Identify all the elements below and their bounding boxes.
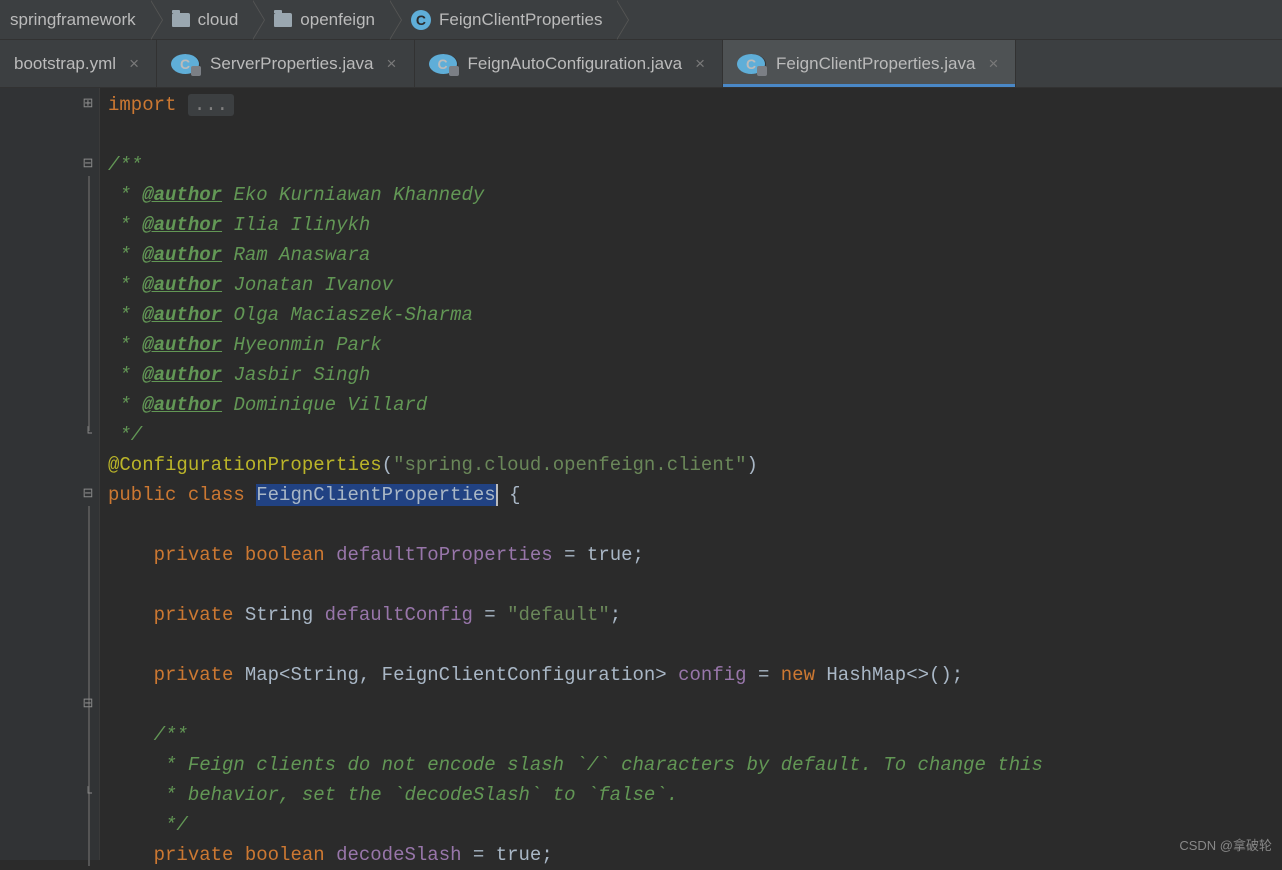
type: String <box>245 604 313 626</box>
brace: { <box>498 484 521 506</box>
author-tag: @author <box>142 334 222 356</box>
class-icon: C <box>737 54 766 74</box>
author-tag: @author <box>142 274 222 296</box>
breadcrumb-item-openfeign[interactable]: openfeign <box>252 0 389 39</box>
annotation: @ConfigurationProperties <box>108 454 382 476</box>
fold-line <box>88 506 90 866</box>
kw-new: new <box>781 664 815 686</box>
class-icon: C <box>429 54 458 74</box>
fold-end-icon[interactable]: └ <box>81 426 95 440</box>
tab-bootstrap[interactable]: bootstrap.yml × <box>0 40 157 87</box>
string-literal: "default" <box>507 604 610 626</box>
field-name: defaultConfig <box>325 604 473 626</box>
breadcrumb-item-springframework[interactable]: springframework <box>0 0 150 39</box>
field-name: defaultToProperties <box>336 544 553 566</box>
javadoc-line: * behavior, set the `decodeSlash` to `fa… <box>154 784 679 806</box>
breadcrumb-item-cloud[interactable]: cloud <box>150 0 253 39</box>
kw-private: private <box>154 604 234 626</box>
fold-icon[interactable]: ⊟ <box>81 696 95 710</box>
breadcrumb-label: springframework <box>10 10 136 30</box>
gutter[interactable]: ⊞ ⊟ └ ⊟ ⊟ └ <box>0 88 100 860</box>
javadoc-star: * <box>108 394 131 416</box>
author-tag: @author <box>142 364 222 386</box>
annotation-value: "spring.cloud.openfeign.client" <box>393 454 746 476</box>
folder-icon <box>172 13 190 27</box>
author-name: Hyeonmin Park <box>233 334 381 356</box>
javadoc-star: * <box>108 274 131 296</box>
tab-label: FeignAutoConfiguration.java <box>468 54 683 74</box>
kw-boolean: boolean <box>245 844 325 866</box>
close-icon[interactable]: × <box>985 54 1001 74</box>
author-name: Jasbir Singh <box>233 364 370 386</box>
expand-icon[interactable]: ⊞ <box>81 96 95 110</box>
field-name: decodeSlash <box>336 844 461 866</box>
tab-serverproperties[interactable]: C ServerProperties.java × <box>157 40 414 87</box>
field-name: config <box>678 664 746 686</box>
author-name: Ilia Ilinykh <box>233 214 370 236</box>
author-name: Ram Anaswara <box>233 244 370 266</box>
author-tag: @author <box>142 244 222 266</box>
author-tag: @author <box>142 214 222 236</box>
fold-icon[interactable]: ⊟ <box>81 486 95 500</box>
folder-icon <box>274 13 292 27</box>
ctor: HashMap<>(); <box>815 664 963 686</box>
author-tag: @author <box>142 394 222 416</box>
kw-private: private <box>154 544 234 566</box>
javadoc-star: * <box>108 214 131 236</box>
javadoc-line: * Feign clients do not encode slash `/` … <box>154 754 1043 776</box>
folded-ellipsis[interactable]: ... <box>188 94 234 116</box>
breadcrumb-item-class[interactable]: C FeignClientProperties <box>389 0 616 39</box>
class-name-highlighted: FeignClientProperties <box>256 484 495 506</box>
javadoc-close: */ <box>154 814 188 836</box>
breadcrumb-label: FeignClientProperties <box>439 10 602 30</box>
assignment: = true; <box>553 544 644 566</box>
author-tag: @author <box>142 304 222 326</box>
close-icon[interactable]: × <box>692 54 708 74</box>
javadoc-open: /** <box>108 154 142 176</box>
javadoc-star: * <box>108 184 131 206</box>
kw-private: private <box>154 844 234 866</box>
javadoc-star: * <box>108 364 131 386</box>
fold-line <box>88 176 90 431</box>
fold-icon[interactable]: ⊟ <box>81 156 95 170</box>
breadcrumb-label: openfeign <box>300 10 375 30</box>
class-icon: C <box>171 54 200 74</box>
watermark: CSDN @拿破轮 <box>1179 835 1272 854</box>
author-name: Olga Maciaszek-Sharma <box>233 304 472 326</box>
kw-import: import <box>108 94 176 116</box>
kw-boolean: boolean <box>245 544 325 566</box>
javadoc-star: * <box>108 304 131 326</box>
assignment: = true; <box>462 844 553 866</box>
javadoc-star: * <box>108 334 131 356</box>
kw-class: class <box>188 484 245 506</box>
author-name: Jonatan Ivanov <box>233 274 393 296</box>
code-content[interactable]: import ... /** * @author Eko Kurniawan K… <box>100 88 1043 860</box>
close-icon[interactable]: × <box>126 54 142 74</box>
author-name: Eko Kurniawan Khannedy <box>233 184 484 206</box>
tab-feignautoconfig[interactable]: C FeignAutoConfiguration.java × <box>415 40 724 87</box>
author-tag: @author <box>142 184 222 206</box>
breadcrumb-label: cloud <box>198 10 239 30</box>
kw-private: private <box>154 664 234 686</box>
javadoc-open: /** <box>154 724 188 746</box>
class-icon: C <box>411 10 431 30</box>
code-editor[interactable]: ⊞ ⊟ └ ⊟ ⊟ └ import ... /** * @author Eko… <box>0 88 1282 860</box>
javadoc-star: * <box>108 244 131 266</box>
author-name: Dominique Villard <box>233 394 427 416</box>
tab-bar: bootstrap.yml × C ServerProperties.java … <box>0 40 1282 88</box>
breadcrumb: springframework cloud openfeign C FeignC… <box>0 0 1282 40</box>
fold-end-icon[interactable]: └ <box>81 786 95 800</box>
tab-label: FeignClientProperties.java <box>776 54 975 74</box>
kw-public: public <box>108 484 176 506</box>
type: Map<String, FeignClientConfiguration> <box>245 664 667 686</box>
assign: = <box>473 604 507 626</box>
javadoc-close: */ <box>108 424 142 446</box>
tab-feignclientproperties[interactable]: C FeignClientProperties.java × <box>723 40 1016 87</box>
tab-label: bootstrap.yml <box>14 54 116 74</box>
close-icon[interactable]: × <box>384 54 400 74</box>
tab-label: ServerProperties.java <box>210 54 373 74</box>
